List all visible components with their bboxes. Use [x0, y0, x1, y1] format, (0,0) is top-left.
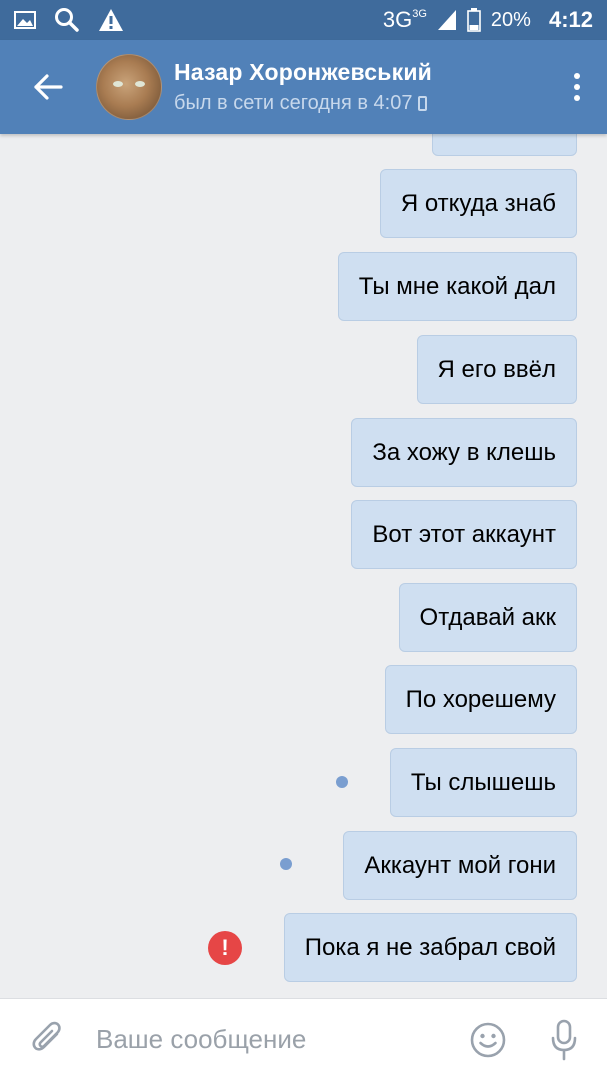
gallery-icon	[14, 11, 36, 29]
message-bubble[interactable]: За хожу в клешь	[351, 418, 577, 487]
contact-info[interactable]: Назар Хоронжевський был в сети сегодня в…	[174, 59, 432, 115]
message-text: Я откуда знаб	[400, 190, 556, 217]
last-seen-status: был в сети сегодня в 4:07	[174, 92, 432, 115]
message-bubble[interactable]: По хорешему	[384, 665, 577, 734]
smile-icon	[470, 1022, 506, 1057]
search-icon	[55, 8, 79, 32]
avatar[interactable]	[96, 54, 162, 120]
back-button[interactable]	[0, 40, 96, 134]
unread-indicator	[336, 776, 348, 788]
message-text: Ты мне какой дал	[358, 273, 556, 300]
message-bubble-partial[interactable]	[432, 134, 577, 156]
attach-button[interactable]	[0, 999, 96, 1080]
message-composer	[0, 998, 607, 1080]
send-error-icon[interactable]: !	[208, 931, 242, 965]
unread-indicator	[280, 858, 292, 870]
emoji-button[interactable]	[459, 999, 517, 1080]
arrow-left-icon	[34, 74, 63, 100]
message-text: Пока я не забрал свой	[304, 934, 556, 961]
message-text: Ты слышешь	[410, 769, 556, 796]
message-text: По хорешему	[405, 686, 556, 713]
message-bubble[interactable]: Ты слышешь	[389, 748, 577, 817]
message-text: Аккаунт мой гони	[364, 852, 556, 879]
more-options-button[interactable]	[547, 40, 607, 134]
message-text: Я его ввёл	[437, 356, 556, 383]
signal-icon	[437, 10, 456, 30]
microphone-icon	[551, 1019, 577, 1060]
message-bubble[interactable]: Пока я не забрал свой	[283, 913, 577, 982]
contact-name: Назар Хоронжевський	[174, 59, 433, 85]
message-bubble[interactable]: Я его ввёл	[416, 335, 577, 404]
more-vertical-icon	[574, 73, 580, 79]
message-bubble[interactable]: Я откуда знаб	[379, 169, 577, 238]
network-type: 3G3G	[382, 7, 427, 32]
warning-icon	[99, 9, 123, 31]
battery-icon	[467, 8, 481, 32]
status-bar: 3G3G 20% 4:12	[0, 0, 607, 40]
message-text: Отдавай акк	[419, 604, 556, 631]
voice-message-button[interactable]	[535, 999, 593, 1080]
message-list[interactable]: Я откуда знаб Ты мне какой дал Я его ввё…	[0, 134, 607, 998]
last-seen-text: был в сети сегодня в 4:07	[174, 92, 413, 114]
clock: 4:12	[548, 7, 593, 32]
message-bubble[interactable]: Вот этот аккаунт	[351, 500, 577, 569]
message-bubble[interactable]: Аккаунт мой гони	[343, 831, 577, 900]
message-text: За хожу в клешь	[372, 439, 556, 466]
message-input[interactable]	[96, 1009, 459, 1070]
message-bubble[interactable]: Отдавай акк	[398, 583, 577, 652]
paperclip-icon	[32, 1021, 61, 1051]
chat-header: Назар Хоронжевський был в сети сегодня в…	[0, 40, 607, 134]
battery-percent: 20%	[490, 8, 531, 31]
message-bubble[interactable]: Ты мне какой дал	[337, 252, 577, 321]
mobile-icon	[418, 96, 428, 111]
message-text: Вот этот аккаунт	[372, 521, 556, 548]
